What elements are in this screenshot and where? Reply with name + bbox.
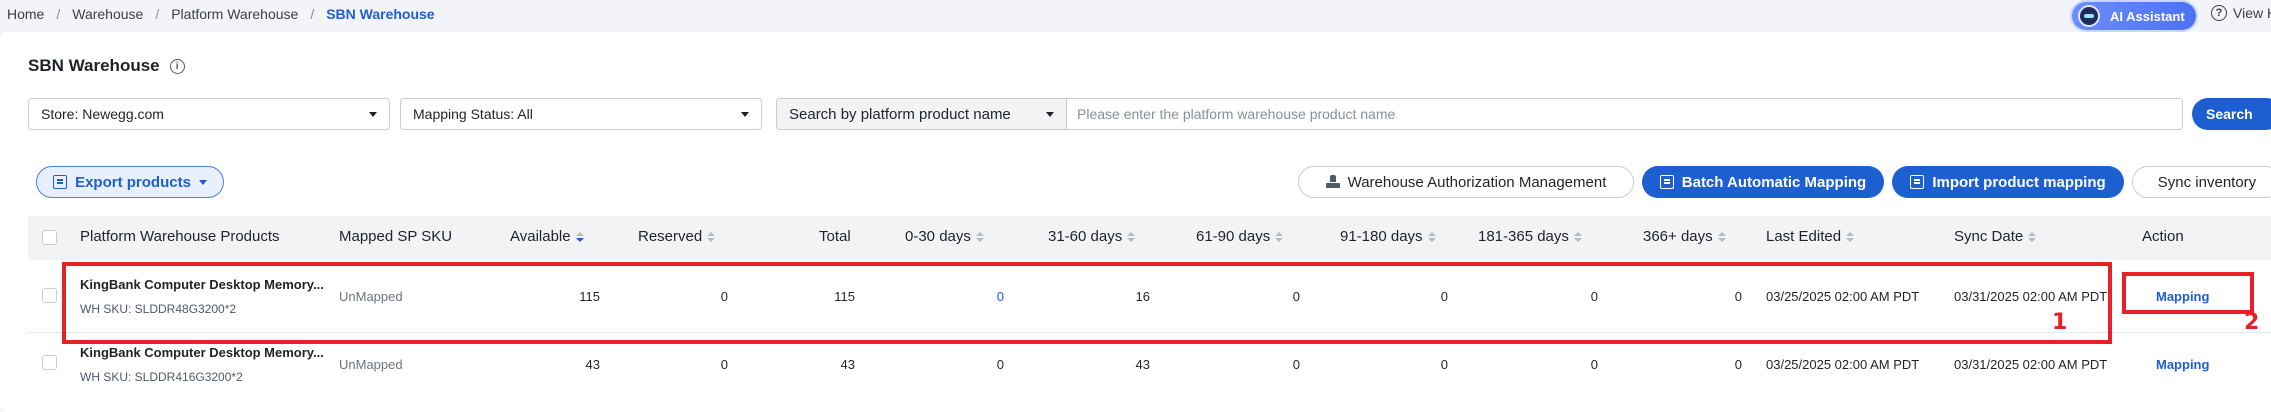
store-select[interactable]: Store: Newegg.com [28,98,390,130]
days-0-30-value: 0 [996,357,1004,372]
breadcrumb-separator: / [56,6,61,22]
export-products-label: Export products [75,173,191,191]
batch-mapping-icon [1659,175,1674,189]
chevron-down-icon [198,179,207,185]
annotation-box-mapping [2122,272,2254,314]
annotation-number-1: 1 [2052,310,2068,335]
search-group: Search by platform product name [776,98,2183,130]
column-header-0-30-days[interactable]: 0-30 days [905,228,984,245]
product-name[interactable]: KingBank Computer Desktop Memory... [80,345,324,360]
warehouse-authorization-label: Warehouse Authorization Management [1347,173,1607,191]
breadcrumb-warehouse[interactable]: Warehouse [72,6,143,22]
breadcrumb-platform-warehouse[interactable]: Platform Warehouse [171,6,298,22]
search-type-select[interactable]: Search by platform product name [777,99,1067,129]
info-icon[interactable]: i [169,58,185,74]
search-input[interactable] [1067,99,2182,129]
sync-inventory-label: Sync inventory [2157,173,2257,191]
sort-icon[interactable] [707,231,716,242]
annotation-number-2: 2 [2244,310,2260,335]
help-icon: ? [2211,5,2227,21]
product-sku: WH SKU: SLDDR416G3200*2 [80,370,243,384]
sync-date-value: 03/31/2025 02:00 AM PDT [1954,357,2108,372]
days-61-90-value: 0 [1292,357,1300,372]
mapped-sku-status: UnMapped [339,357,403,372]
stamp-icon [1325,175,1340,189]
top-bar: Home / Warehouse / Platform Warehouse / … [0,0,2271,30]
days-91-180-value: 0 [1440,357,1448,372]
select-all-checkbox[interactable] [42,230,57,245]
warehouse-authorization-button[interactable]: Warehouse Authorization Management [1298,166,1634,198]
search-button[interactable]: Search [2192,98,2271,130]
sort-icon[interactable] [975,231,984,242]
export-products-button[interactable]: Export products [36,166,224,198]
column-header-total: Total [819,228,851,245]
last-edited-value: 03/25/2025 02:00 AM PDT [1766,357,1920,372]
column-header-mapped-sku: Mapped SP SKU [339,228,453,245]
chevron-down-icon [741,111,749,117]
view-help-label: View H [2233,5,2271,21]
days-31-60-value: 43 [1135,357,1150,372]
sync-inventory-button[interactable]: Sync inventory [2132,166,2271,198]
sort-icon[interactable] [1427,231,1436,242]
column-header-action: Action [2142,228,2184,245]
export-icon [53,175,68,189]
breadcrumb: Home / Warehouse / Platform Warehouse / … [7,6,435,22]
column-header-181-365-days[interactable]: 181-365 days [1478,228,1582,245]
mapping-link[interactable]: Mapping [2156,357,2209,372]
column-header-91-180-days[interactable]: 91-180 days [1340,228,1436,245]
sort-icon[interactable] [1275,231,1284,242]
total-value: 43 [840,357,855,372]
row-checkbox[interactable] [42,355,57,370]
sort-icon[interactable] [1717,231,1726,242]
batch-mapping-label: Batch Automatic Mapping [1681,173,1867,191]
breadcrumb-separator: / [310,6,315,22]
view-help-link[interactable]: ? View H [2211,5,2271,21]
column-header-product: Platform Warehouse Products [80,228,280,245]
chevron-down-icon [1046,111,1054,117]
days-181-365-value: 0 [1590,357,1598,372]
breadcrumb-home[interactable]: Home [7,6,44,22]
column-header-reserved[interactable]: Reserved [638,228,716,245]
column-header-61-90-days[interactable]: 61-90 days [1196,228,1284,245]
mapping-status-select[interactable]: Mapping Status: All [400,98,762,130]
breadcrumb-separator: / [155,6,160,22]
reserved-value: 0 [720,357,728,372]
search-type-value: Search by platform product name [789,105,1011,123]
chevron-down-icon [369,111,377,117]
mapping-status-value: Mapping Status: All [413,106,533,122]
page-title-text: SBN Warehouse [28,56,160,75]
batch-automatic-mapping-button[interactable]: Batch Automatic Mapping [1642,166,1884,198]
sort-icon[interactable] [1127,231,1136,242]
store-select-value: Store: Newegg.com [41,106,164,122]
sort-icon[interactable] [2028,231,2037,242]
column-header-366-days[interactable]: 366+ days [1643,228,1726,245]
days-366-value: 0 [1734,357,1742,372]
sort-icon[interactable] [1573,231,1582,242]
column-header-sync-date[interactable]: Sync Date [1954,228,2037,245]
column-header-31-60-days[interactable]: 31-60 days [1048,228,1136,245]
import-mapping-label: Import product mapping [1932,173,2106,191]
page-title: SBN Warehouse i [28,56,185,76]
breadcrumb-current: SBN Warehouse [326,6,435,22]
annotation-box-row [62,262,2112,344]
sort-icon[interactable] [575,231,584,242]
sort-icon[interactable] [1846,231,1855,242]
available-value: 43 [585,357,600,372]
ai-assistant-button[interactable]: AI Assistant [2072,2,2196,30]
import-product-mapping-button[interactable]: Import product mapping [1892,166,2124,198]
column-header-last-edited[interactable]: Last Edited [1766,228,1855,245]
row-checkbox[interactable] [42,288,57,303]
import-icon [1910,175,1925,189]
column-header-available[interactable]: Available [510,228,584,245]
ai-assistant-label: AI Assistant [2110,8,2185,24]
robot-icon [2078,5,2100,27]
